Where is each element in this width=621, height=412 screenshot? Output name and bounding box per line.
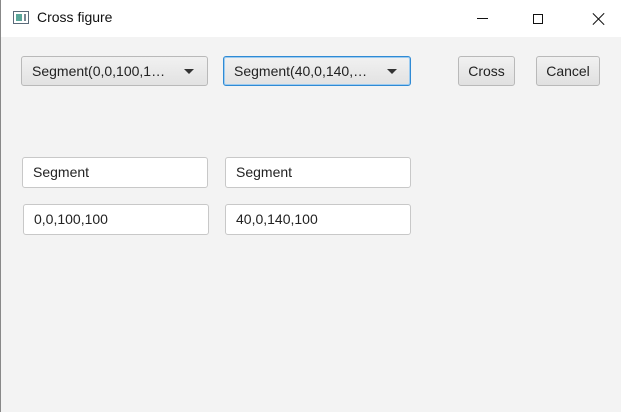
second-figure-combobox-value: Segment(40,0,140,… <box>234 63 368 79</box>
first-figure-combobox[interactable]: Segment(0,0,100,1… <box>21 56 208 86</box>
second-figure-coords-field[interactable]: 40,0,140,100 <box>225 204 411 235</box>
minimize-icon <box>476 18 488 19</box>
close-button[interactable] <box>576 0 621 37</box>
cross-button[interactable]: Cross <box>458 56 515 86</box>
minimize-button[interactable] <box>459 0 505 37</box>
cancel-button[interactable]: Cancel <box>536 56 600 86</box>
dialog-window: Cross figure Segment(0,0,100,1… Segment(… <box>0 0 621 412</box>
close-icon <box>592 12 606 26</box>
first-figure-type-field[interactable]: Segment <box>22 157 208 188</box>
chevron-down-icon <box>184 69 194 74</box>
first-figure-coords-field[interactable]: 0,0,100,100 <box>23 204 209 235</box>
window-title: Cross figure <box>37 9 113 25</box>
first-figure-combobox-value: Segment(0,0,100,1… <box>32 63 166 79</box>
maximize-button[interactable] <box>515 0 561 37</box>
maximize-icon <box>533 13 543 24</box>
second-figure-combobox[interactable]: Segment(40,0,140,… <box>223 56 411 86</box>
chevron-down-icon <box>387 69 397 74</box>
app-window-icon <box>13 11 29 24</box>
title-bar: Cross figure <box>1 0 621 37</box>
second-figure-type-field[interactable]: Segment <box>225 157 411 188</box>
